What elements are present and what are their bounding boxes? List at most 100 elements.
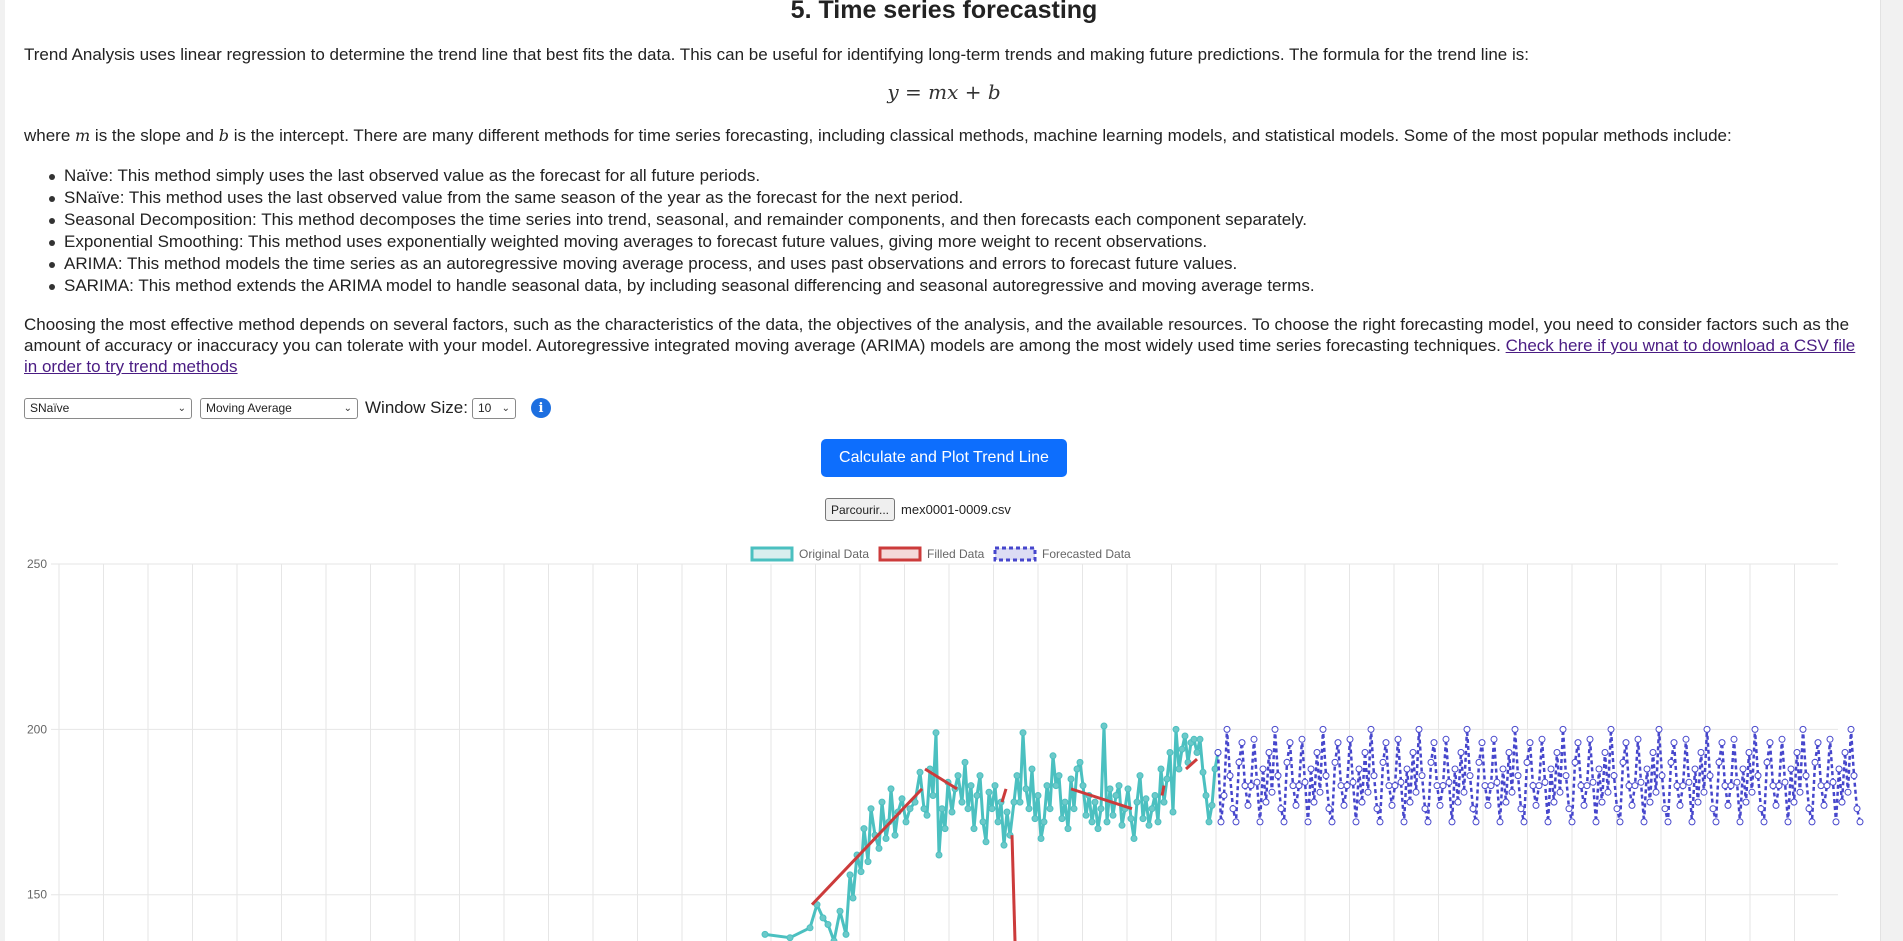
forecasted-data-point (1514, 772, 1522, 780)
forecasted-data-point (1391, 782, 1399, 790)
forecasted-data-point (1724, 801, 1732, 809)
original-data-point (1034, 792, 1042, 799)
forecasted-data-point (1415, 725, 1423, 733)
forecasted-data-point (1664, 818, 1672, 826)
forecasted-data-point (1610, 772, 1618, 780)
forecasted-data-point (1412, 788, 1420, 796)
smoothing-select[interactable]: Moving Average ⌄ (200, 397, 358, 419)
where-after: is the intercept. There are many differe… (228, 126, 1732, 145)
selected-file-name: mex0001-0009.csv (901, 502, 1011, 517)
forecasted-data-point (1358, 798, 1366, 806)
browse-button[interactable]: Parcourir... (825, 498, 896, 521)
forecasted-data-point (1775, 782, 1783, 790)
forecasted-data-point (1232, 818, 1240, 826)
forecasted-data-point (1493, 778, 1501, 786)
original-data-point (1079, 782, 1087, 790)
forecasted-data-point (1253, 778, 1261, 786)
original-data-point (891, 831, 899, 839)
legend-swatch (878, 546, 922, 562)
where-m: m (75, 126, 91, 145)
vertical-scrollbar[interactable] (1880, 0, 1903, 941)
original-data-point (1148, 805, 1156, 813)
original-data-point (941, 825, 949, 833)
calculate-plot-button[interactable]: Calculate and Plot Trend Line (821, 439, 1067, 477)
forecasted-data-point (1655, 725, 1663, 733)
forecasted-data-point (1718, 739, 1726, 747)
original-data-point (1118, 821, 1126, 829)
original-data-point (1139, 815, 1147, 823)
forecasted-data-point (1457, 749, 1465, 756)
forecasted-data-point (1319, 725, 1327, 733)
forecasted-data-point (1334, 739, 1342, 747)
forecasted-data-point (1439, 782, 1447, 790)
forecasted-data-point (1424, 818, 1432, 826)
forecasted-data-point (1676, 801, 1684, 809)
info-icon[interactable]: i (530, 398, 551, 418)
original-data-point (1073, 765, 1081, 773)
original-data-point (860, 825, 868, 833)
original-data-point (948, 808, 956, 816)
forecasted-data-point (1706, 772, 1714, 780)
where-middle: is the slope and (90, 126, 219, 145)
forecasted-data-point (1421, 805, 1429, 813)
original-data-point (979, 818, 987, 826)
original-data-point (1046, 805, 1054, 813)
original-data-point (938, 805, 946, 813)
legend-label: Forecasted Data (1042, 547, 1131, 561)
forecasted-data-point (1388, 801, 1396, 809)
smoothing-select-value: Moving Average (206, 401, 292, 415)
original-data-point (819, 914, 827, 922)
forecast-controls: SNaïve ⌄ Moving Average ⌄ Window Size: 1… (24, 397, 551, 419)
forecasted-data-point (1235, 758, 1243, 766)
forecasted-data-point (1409, 749, 1417, 756)
forecasted-data-point (1295, 782, 1303, 790)
forecasted-data-point (1616, 818, 1624, 826)
window-size-select[interactable]: 10 ⌄ (471, 397, 516, 419)
legend-label: Original Data (799, 547, 869, 561)
forecasted-data-point (1841, 749, 1849, 756)
forecasted-data-point (1733, 778, 1741, 786)
formula-x: x (947, 80, 959, 104)
original-data-point (1133, 798, 1141, 806)
forecasted-data-point (1835, 765, 1843, 773)
forecasted-data-point (1466, 772, 1474, 780)
forecasted-data-point (1580, 801, 1588, 809)
forecasted-data-point (1373, 805, 1381, 813)
forecasted-data-point (1832, 818, 1840, 826)
forecasted-data-point (1367, 725, 1375, 733)
forecasted-data-point (1682, 735, 1690, 743)
forecasted-data-point (1532, 801, 1540, 809)
forecasted-data-point (1847, 725, 1855, 733)
original-data-point (1000, 841, 1008, 849)
original-data-point (906, 805, 914, 813)
original-data-point (916, 768, 924, 776)
forecasted-data-point (1265, 749, 1273, 756)
original-data-point (1043, 782, 1051, 790)
original-data-point (887, 785, 895, 793)
forecasted-data-point (1853, 805, 1861, 813)
original-data-series (761, 722, 1222, 941)
original-data-point (988, 805, 996, 813)
forecasted-data-point (1505, 749, 1513, 756)
original-data-point (1208, 801, 1216, 809)
forecasted-data-point (1799, 725, 1807, 733)
forecasted-data-point (1721, 782, 1729, 790)
original-data-point (991, 782, 999, 790)
forecasted-data-point (1442, 735, 1450, 743)
forecasted-data-point (1316, 788, 1324, 796)
original-data-point (1040, 818, 1048, 826)
forecasted-data-point (1376, 818, 1384, 826)
forecasted-data-point (1490, 735, 1498, 743)
original-data-point (857, 868, 865, 876)
legend-swatch (750, 546, 794, 562)
forecasted-data-point (1508, 788, 1516, 796)
forecasted-data-point (1751, 725, 1759, 733)
formula-y: y (887, 80, 899, 104)
forecasted-data-point (1244, 801, 1252, 809)
method-select[interactable]: SNaïve ⌄ (24, 397, 192, 419)
forecasted-data-point (1739, 765, 1747, 773)
forecasted-data-point (1538, 735, 1546, 743)
original-data-point (973, 792, 981, 799)
forecasted-data-point (1529, 782, 1537, 790)
original-data-point (846, 871, 854, 879)
